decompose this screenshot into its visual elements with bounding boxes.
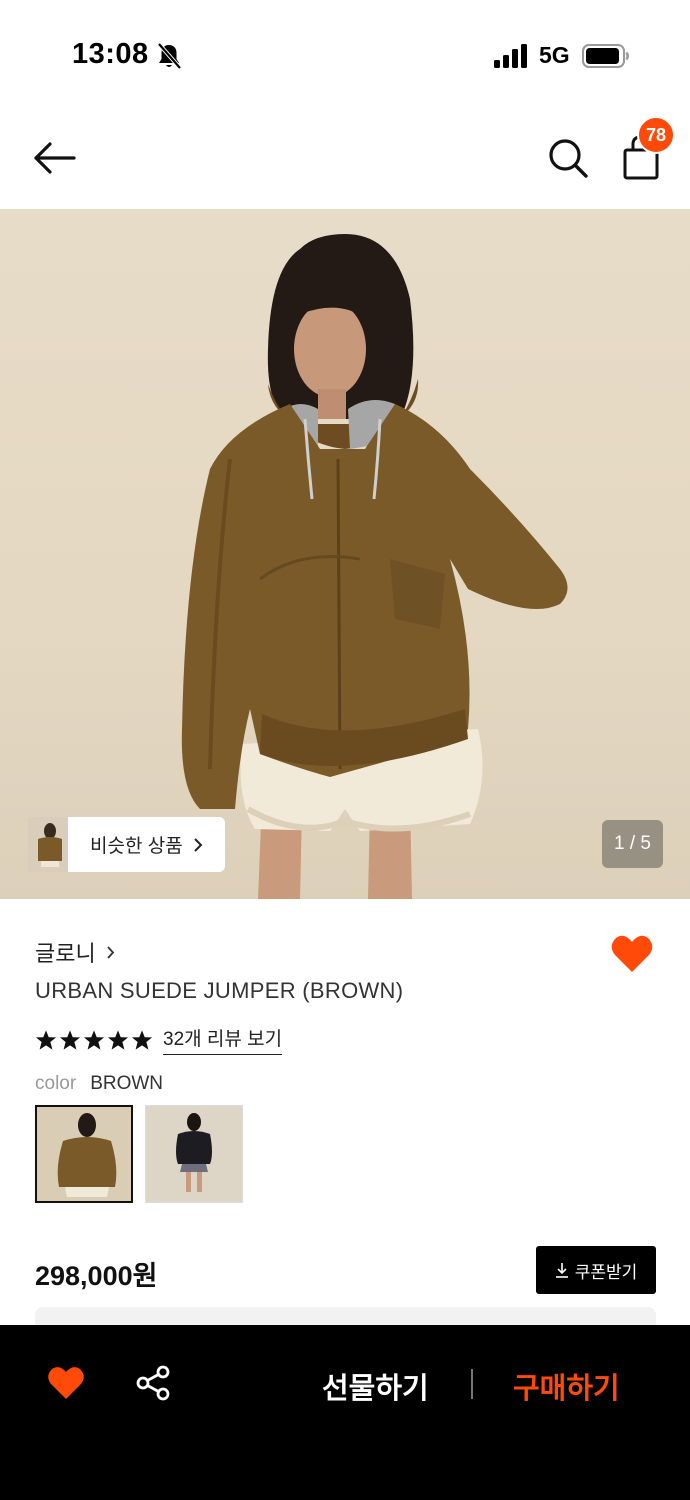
product-image[interactable] <box>0 209 690 899</box>
star-icon <box>107 1029 129 1050</box>
color-label: color <box>35 1073 77 1094</box>
image-counter: 1 / 5 <box>602 820 663 868</box>
color-swatch-brown[interactable] <box>35 1105 133 1203</box>
status-time: 13:08 <box>72 38 149 70</box>
brand-name: 글로니 <box>35 941 96 966</box>
gift-button[interactable]: 선물하기 <box>322 1365 429 1407</box>
similar-thumbnail <box>28 817 68 872</box>
search-icon[interactable] <box>546 136 590 180</box>
coupon-button[interactable]: 쿠폰받기 <box>536 1246 656 1294</box>
star-icon <box>59 1029 81 1050</box>
model-illustration <box>181 234 568 899</box>
back-arrow-icon[interactable] <box>30 138 78 178</box>
color-row: color BROWN <box>35 1073 163 1095</box>
network-label: 5G <box>539 42 570 68</box>
similar-products-label: 비슷한 상품 <box>90 836 183 857</box>
reviews-link[interactable]: 32개 리뷰 보기 <box>163 1024 283 1055</box>
bottom-action-bar: 선물하기 구매하기 <box>0 1325 690 1500</box>
bell-slash-icon <box>157 42 182 70</box>
star-rating <box>35 1029 153 1051</box>
download-icon <box>555 1263 568 1278</box>
top-nav <box>0 110 690 210</box>
heart-icon[interactable] <box>47 1365 85 1401</box>
star-icon <box>131 1029 153 1050</box>
divider <box>471 1369 473 1399</box>
buy-button[interactable]: 구매하기 <box>513 1365 620 1407</box>
brand-link[interactable]: 글로니 <box>35 936 115 968</box>
star-icon <box>83 1029 105 1050</box>
status-bar: 13:08 5G <box>0 0 690 110</box>
chevron-right-icon <box>107 945 114 959</box>
cart-count-badge: 78 <box>637 116 675 154</box>
rating: 32개 리뷰 보기 <box>35 1024 283 1055</box>
battery-icon <box>582 44 629 68</box>
product-price: 298,000원 <box>35 1261 158 1291</box>
product-name: URBAN SUEDE JUMPER (BROWN) <box>35 978 404 1003</box>
heart-icon[interactable] <box>610 934 654 974</box>
color-value: BROWN <box>90 1073 164 1094</box>
signal-icon <box>494 44 527 68</box>
coupon-label: 쿠폰받기 <box>574 1262 638 1282</box>
star-icon <box>35 1029 57 1050</box>
chevron-right-icon <box>193 837 203 852</box>
share-icon[interactable] <box>135 1365 171 1401</box>
similar-products-button[interactable]: 비슷한 상품 <box>28 817 225 872</box>
color-swatch-black[interactable] <box>145 1105 243 1203</box>
